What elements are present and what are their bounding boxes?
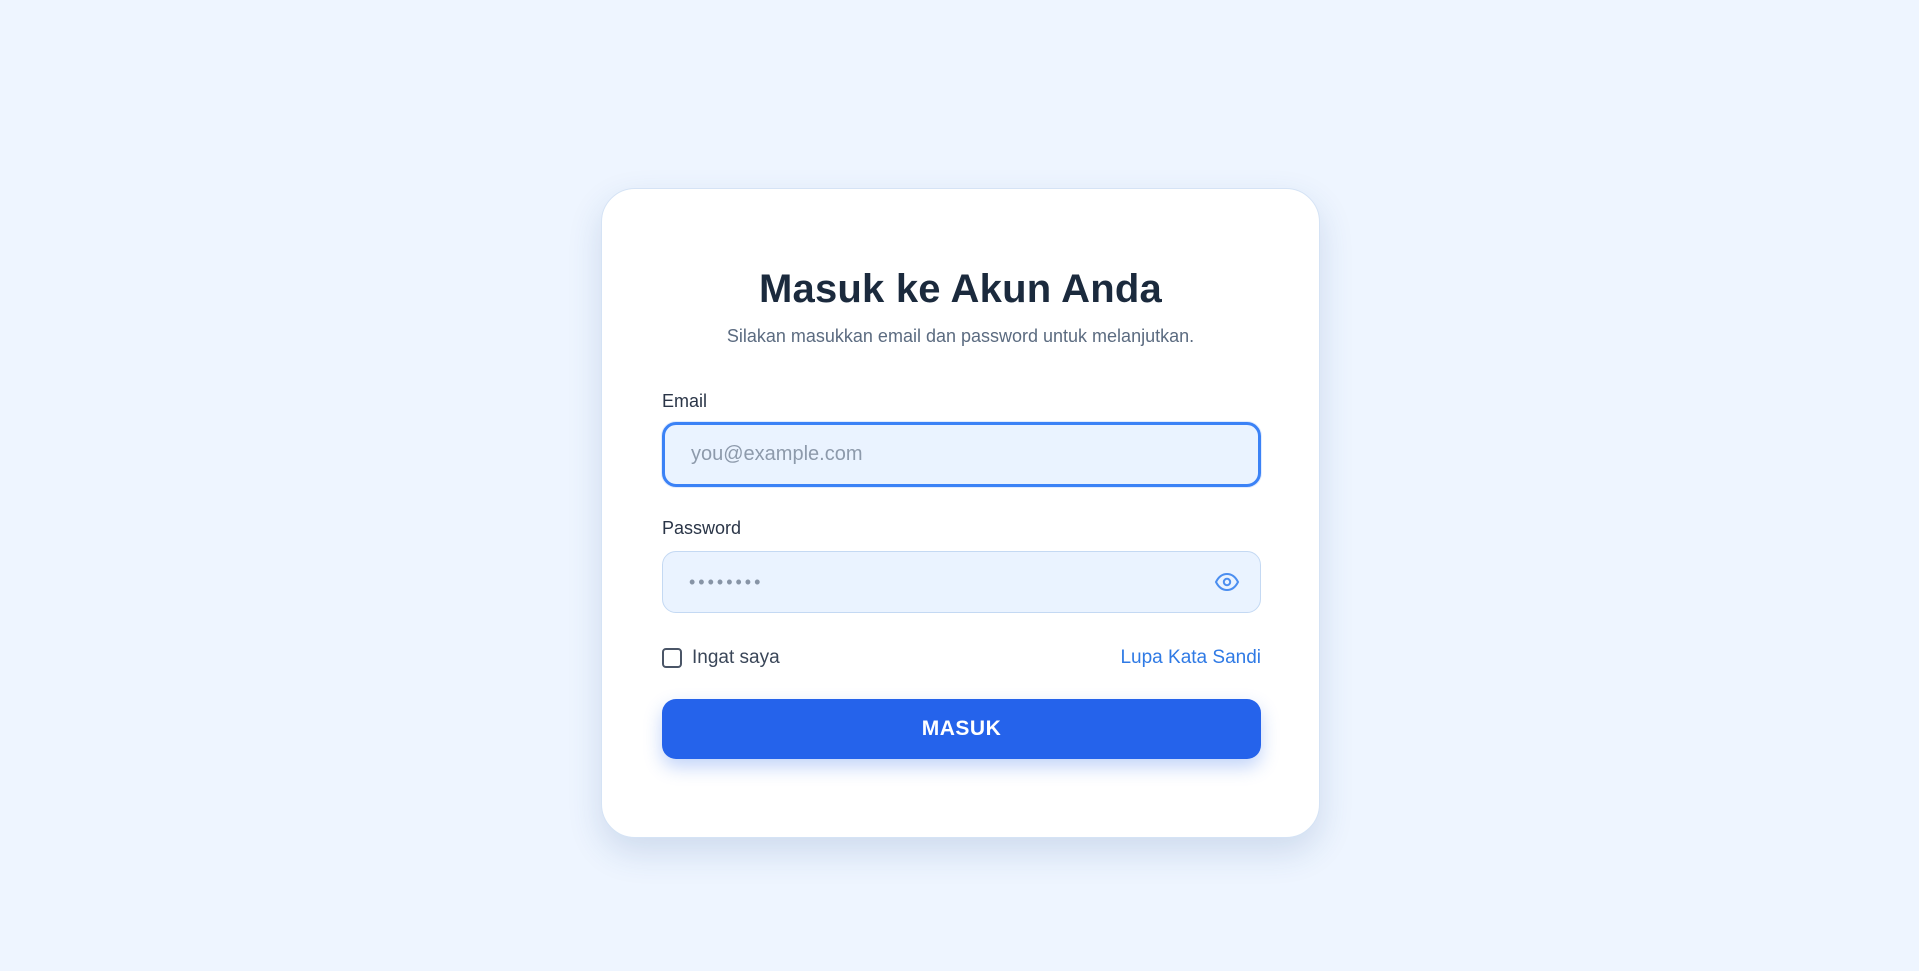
login-card: Masuk ke Akun Anda Silakan masukkan emai… — [601, 188, 1320, 838]
remember-me-label: Ingat saya — [692, 647, 780, 668]
eye-icon[interactable] — [1214, 571, 1240, 593]
options-row: Ingat saya Lupa Kata Sandi — [662, 644, 1261, 672]
email-field-wrapper — [662, 422, 1261, 487]
forgot-password-link[interactable]: Lupa Kata Sandi — [1120, 644, 1261, 672]
remember-me-toggle[interactable]: Ingat saya — [662, 644, 780, 672]
password-field[interactable] — [663, 552, 1260, 612]
page-subtitle: Silakan masukkan email dan password untu… — [726, 326, 1195, 346]
password-field-wrapper — [662, 551, 1261, 613]
page-title: Masuk ke Akun Anda — [759, 267, 1162, 311]
remember-me-checkbox[interactable] — [662, 648, 682, 668]
email-field[interactable] — [665, 425, 1258, 484]
login-button[interactable]: MASUK — [662, 699, 1261, 759]
email-label: Email — [662, 391, 708, 411]
password-label: Password — [662, 518, 742, 538]
